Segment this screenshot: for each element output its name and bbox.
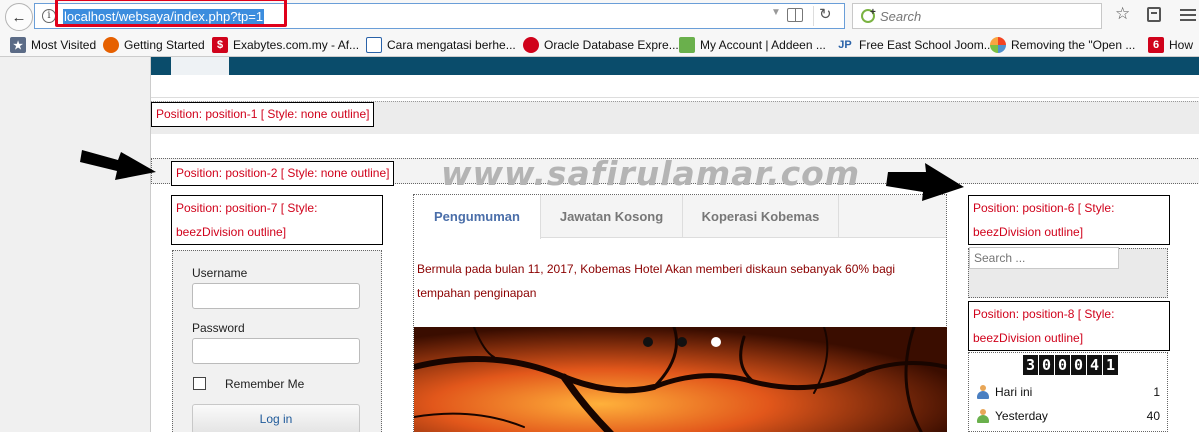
- arrow-right-icon: [886, 163, 964, 201]
- annotation-arrows: [80, 150, 964, 201]
- arrow-left-icon: [80, 150, 156, 180]
